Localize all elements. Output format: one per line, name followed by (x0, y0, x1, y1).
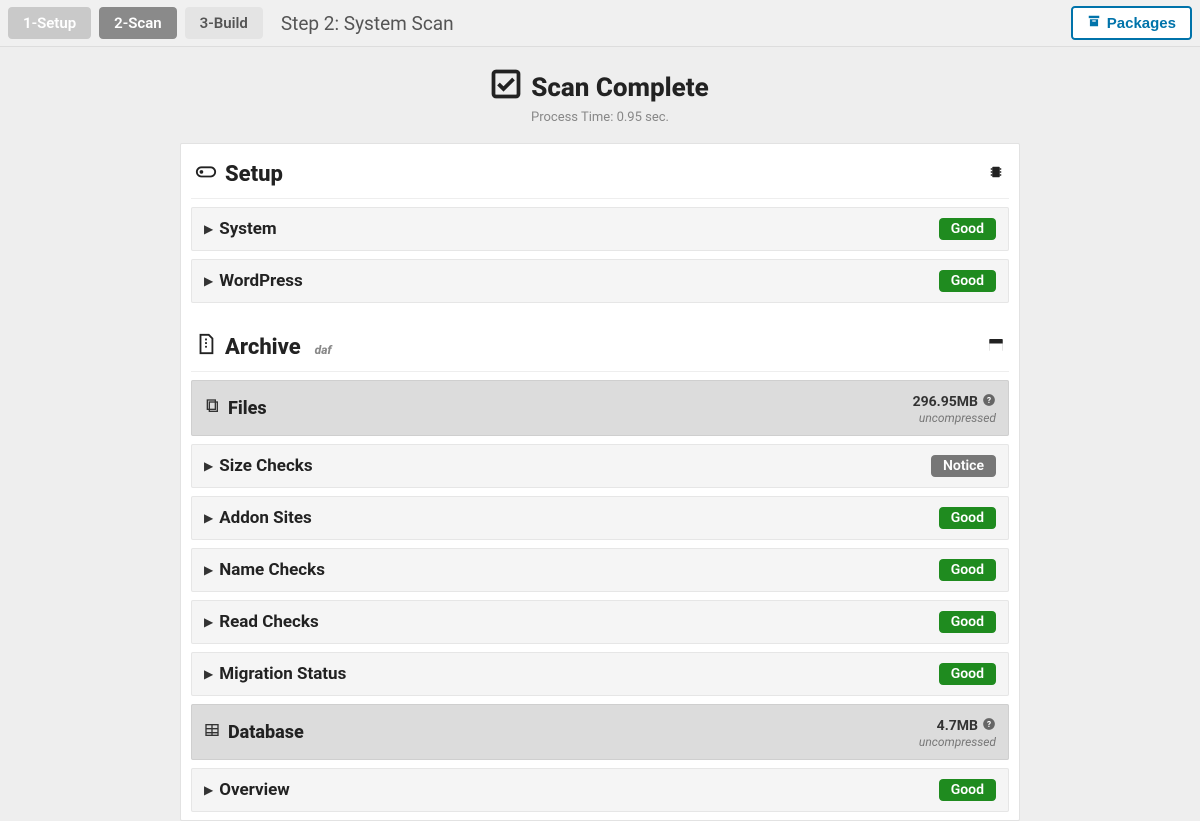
help-icon[interactable]: ? (982, 393, 996, 411)
row-overview-status: Good (939, 779, 996, 801)
copy-icon (204, 398, 220, 418)
caret-right-icon: ▶ (204, 459, 213, 473)
table-icon (204, 722, 220, 742)
scan-title-text: Scan Complete (531, 73, 709, 103)
row-name-checks-label: Name Checks (219, 560, 325, 580)
caret-right-icon: ▶ (204, 222, 213, 236)
row-read-checks[interactable]: ▶ Read Checks Good (191, 600, 1009, 644)
scan-header: Scan Complete Process Time: 0.95 sec. (0, 69, 1200, 125)
row-system-label: System (219, 219, 276, 239)
chip-icon (987, 163, 1005, 185)
check-icon (491, 69, 521, 106)
database-subsection: Database 4.7MB ? uncompressed (191, 704, 1009, 760)
row-overview-label: Overview (219, 780, 290, 800)
window-icon[interactable] (987, 336, 1005, 358)
archive-section-head: Archive daf (191, 325, 1009, 372)
row-wordpress[interactable]: ▶ WordPress Good (191, 259, 1009, 303)
setup-title: Setup (195, 160, 283, 188)
topbar: 1-Setup 2-Scan 3-Build Step 2: System Sc… (0, 0, 1200, 47)
packages-button[interactable]: Packages (1071, 6, 1192, 40)
database-note: uncompressed (919, 735, 996, 749)
database-size: 4.7MB (937, 718, 978, 734)
setup-title-text: Setup (225, 162, 283, 187)
packages-label: Packages (1107, 15, 1176, 32)
caret-right-icon: ▶ (204, 511, 213, 525)
caret-right-icon: ▶ (204, 667, 213, 681)
file-archive-icon (195, 333, 217, 361)
row-addon-sites[interactable]: ▶ Addon Sites Good (191, 496, 1009, 540)
svg-text:?: ? (987, 395, 991, 405)
step-1-setup[interactable]: 1-Setup (8, 7, 91, 39)
steps: 1-Setup 2-Scan 3-Build (8, 7, 263, 39)
archive-sub: daf (315, 343, 332, 357)
scan-complete-title: Scan Complete (491, 69, 709, 106)
row-size-checks-label: Size Checks (219, 456, 312, 476)
files-note: uncompressed (913, 411, 996, 425)
row-migration-status[interactable]: ▶ Migration Status Good (191, 652, 1009, 696)
row-size-checks-status: Notice (931, 455, 996, 477)
row-overview[interactable]: ▶ Overview Good (191, 768, 1009, 812)
caret-right-icon: ▶ (204, 783, 213, 797)
drive-icon (195, 160, 217, 188)
row-system[interactable]: ▶ System Good (191, 207, 1009, 251)
archive-title-text: Archive (225, 335, 301, 360)
database-meta: 4.7MB ? uncompressed (919, 715, 996, 749)
step-title: Step 2: System Scan (281, 12, 454, 35)
setup-section-head: Setup (191, 152, 1009, 199)
row-name-checks[interactable]: ▶ Name Checks Good (191, 548, 1009, 592)
process-time: Process Time: 0.95 sec. (0, 110, 1200, 125)
caret-right-icon: ▶ (204, 274, 213, 288)
scan-panel: Setup ▶ System Good ▶ WordPress Good Arc… (180, 143, 1020, 821)
caret-right-icon: ▶ (204, 615, 213, 629)
help-icon[interactable]: ? (982, 717, 996, 735)
files-meta: 296.95MB ? uncompressed (913, 391, 996, 425)
archive-icon (1087, 14, 1101, 32)
row-migration-status-status: Good (939, 663, 996, 685)
row-wordpress-status: Good (939, 270, 996, 292)
row-wordpress-label: WordPress (219, 271, 303, 291)
row-system-status: Good (939, 218, 996, 240)
row-size-checks[interactable]: ▶ Size Checks Notice (191, 444, 1009, 488)
files-label: Files (228, 398, 267, 419)
row-addon-sites-status: Good (939, 507, 996, 529)
svg-text:?: ? (987, 719, 991, 729)
row-name-checks-status: Good (939, 559, 996, 581)
archive-title: Archive daf (195, 333, 332, 361)
row-read-checks-status: Good (939, 611, 996, 633)
row-addon-sites-label: Addon Sites (219, 508, 312, 528)
caret-right-icon: ▶ (204, 563, 213, 577)
database-label: Database (228, 722, 304, 743)
step-2-scan[interactable]: 2-Scan (99, 7, 176, 39)
row-read-checks-label: Read Checks (219, 612, 318, 632)
row-migration-status-label: Migration Status (219, 664, 346, 684)
files-size: 296.95MB (913, 394, 978, 410)
files-subsection: Files 296.95MB ? uncompressed (191, 380, 1009, 436)
step-3-build[interactable]: 3-Build (185, 7, 263, 39)
